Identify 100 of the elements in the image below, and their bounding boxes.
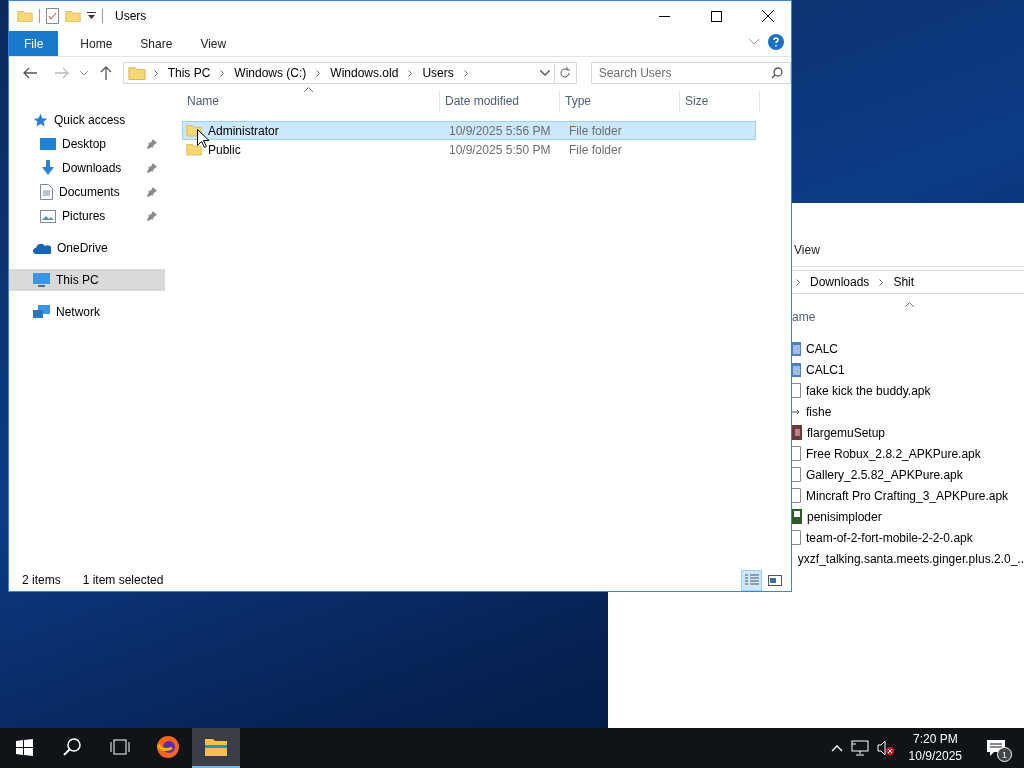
help-button[interactable]: [765, 31, 787, 53]
network-icon: [33, 304, 50, 320]
chevron-icon: [316, 69, 321, 77]
clock-date[interactable]: 10/9/2025: [908, 748, 962, 765]
nav-item[interactable]: Network: [9, 301, 165, 323]
sort-caret-icon: [304, 87, 313, 92]
address-bar[interactable]: Downloads Shit: [792, 270, 1024, 294]
file-name[interactable]: Free Robux_2.8.2_APKPure.apk: [806, 446, 981, 461]
file-name[interactable]: team-of-2-fort-mobile-2-2-0.apk: [806, 530, 973, 545]
file-explorer-taskbar-icon[interactable]: [192, 728, 240, 768]
chevron-icon: [879, 278, 884, 286]
breadcrumb[interactable]: This PC: [165, 66, 213, 80]
address-bar[interactable]: This PC Windows (C:) Windows.old Users: [122, 62, 555, 84]
notification-count: 1: [997, 747, 1012, 762]
pin-icon: [147, 163, 157, 173]
back-arrow-icon: [22, 67, 37, 79]
file-name[interactable]: Mincraft Pro Crafting_3_APKPure.apk: [806, 488, 1009, 503]
document-icon: [40, 184, 53, 200]
file-name[interactable]: Gallery_2.5.82_APKPure.apk: [806, 467, 963, 482]
properties-icon[interactable]: [46, 8, 59, 24]
column-header[interactable]: Name: [182, 90, 440, 112]
type-cell-text: File folder: [568, 142, 623, 157]
cloud-icon: [33, 242, 51, 254]
item-count: 2 items: [22, 573, 61, 587]
search-icon: [770, 67, 783, 79]
dropdown-icon[interactable]: [87, 12, 96, 20]
dropdown-icon[interactable]: [539, 70, 550, 76]
nav-item[interactable]: This PC: [9, 269, 165, 291]
folder-icon: [186, 124, 202, 137]
tiles-icon: [767, 574, 782, 586]
date-cell-text: 10/9/2025 5:50 PM: [448, 142, 552, 157]
folder-icon: [17, 9, 33, 23]
column-header[interactable]: Type: [560, 90, 680, 112]
nav-item[interactable]: Documents: [9, 181, 165, 203]
breadcrumb[interactable]: Windows (C:): [232, 66, 309, 80]
breadcrumb[interactable]: Users: [420, 66, 456, 80]
file-name[interactable]: penisimploder: [807, 509, 882, 524]
chevron-icon: [796, 278, 800, 286]
breadcrumb[interactable]: Windows.old: [328, 66, 401, 80]
chevron-icon: [220, 69, 225, 77]
chevron-icon: [463, 69, 468, 77]
nav-item[interactable]: Downloads: [9, 157, 165, 179]
network-icon[interactable]: [850, 740, 869, 756]
pin-icon: [147, 187, 157, 197]
breadcrumb[interactable]: Downloads: [808, 275, 872, 289]
column-header[interactable]: Size: [680, 90, 760, 112]
ribbon-tab[interactable]: File: [9, 31, 59, 56]
speaker-icon[interactable]: [876, 740, 895, 756]
setup-icon: [792, 425, 802, 440]
file-name[interactable]: flargemuSetup: [807, 425, 886, 440]
clock-time[interactable]: 7:20 PM: [912, 731, 958, 748]
fox-globe-icon: [156, 735, 180, 759]
nav-item[interactable]: OneDrive: [9, 237, 165, 259]
nav-item[interactable]: Pictures: [9, 205, 165, 227]
file-name: Public: [208, 142, 241, 157]
ribbon-tab[interactable]: View: [186, 31, 241, 56]
notification-button[interactable]: 1: [976, 728, 1016, 768]
window-icon: [792, 341, 801, 356]
file-row[interactable]: Administrator 10/9/2025 5:56 PM File folder: [182, 121, 756, 140]
download-arrow-icon: [40, 160, 56, 176]
file-name[interactable]: yxzf_talking.santa.meets.ginger.plus.2.0_..: [797, 551, 1024, 566]
folder-icon: [127, 65, 146, 81]
file-name[interactable]: fake kick the buddy.apk: [806, 383, 931, 398]
date-cell-text: 10/9/2025 5:56 PM: [448, 123, 552, 138]
file-name[interactable]: CALC: [806, 341, 838, 356]
folder-icon: [204, 737, 228, 757]
sort-caret-icon: [905, 302, 914, 307]
nav-item[interactable]: Desktop: [9, 133, 165, 155]
chevron-icon: [408, 69, 413, 77]
close-icon: [762, 10, 774, 22]
ribbon-tab[interactable]: Home: [66, 31, 127, 56]
maximize-icon: [710, 10, 722, 22]
search-field[interactable]: Search Users: [590, 62, 791, 84]
refresh-icon: [559, 67, 572, 79]
task-view-icon: [110, 739, 130, 755]
column-header[interactable]: Date modified: [440, 90, 560, 112]
windows-logo-icon: [15, 738, 33, 756]
column-header[interactable]: ame: [792, 310, 816, 324]
show-hidden-icons-icon[interactable]: [830, 744, 843, 752]
new-folder-icon: [65, 9, 81, 23]
file-name: Administrator: [208, 123, 279, 138]
folder-icon: [186, 143, 202, 156]
star-icon: [33, 112, 48, 128]
mouse-cursor-icon: [197, 129, 209, 148]
window-icon: [792, 362, 801, 377]
ribbon-tab[interactable]: Share: [126, 31, 187, 56]
up-arrow-icon: [99, 66, 112, 80]
chevron-icon: [153, 69, 158, 77]
caret-icon: [79, 70, 88, 76]
details-icon: [744, 574, 759, 586]
ribbon-tab[interactable]: View: [792, 242, 822, 257]
file-name[interactable]: CALC1: [806, 362, 845, 377]
pin-icon: [147, 139, 157, 149]
caret-icon: [749, 39, 759, 45]
file-row[interactable]: Public 10/9/2025 5:50 PM File folder: [182, 140, 756, 159]
nav-item[interactable]: Quick access: [9, 109, 165, 131]
monitor-icon: [33, 272, 50, 288]
file-name[interactable]: fishe: [806, 404, 832, 419]
pin-icon: [147, 211, 157, 221]
breadcrumb[interactable]: Shit: [891, 275, 917, 289]
